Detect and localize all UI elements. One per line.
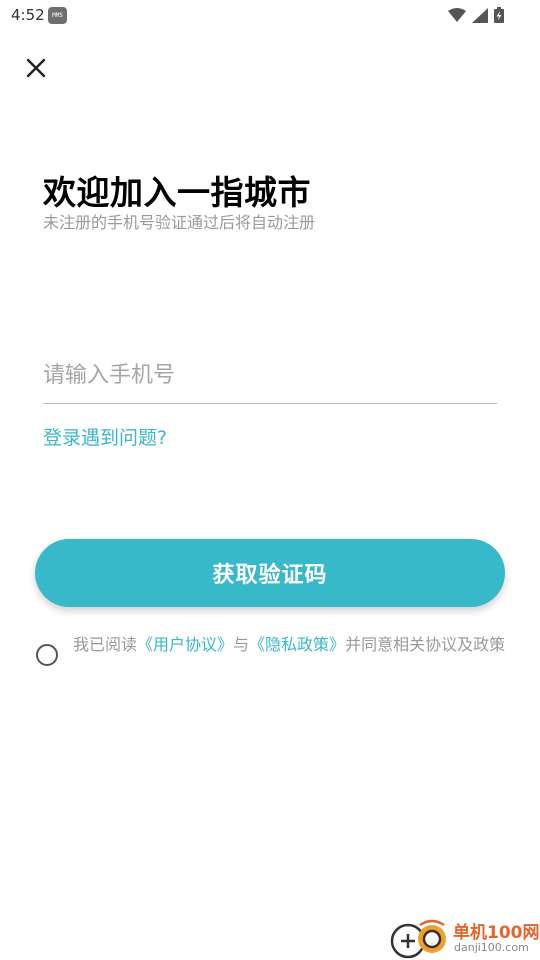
phone-input[interactable]: [43, 348, 497, 404]
agree-radio[interactable]: [36, 644, 58, 666]
user-agreement-link[interactable]: 《用户协议》: [137, 635, 233, 654]
watermark: 单机100网 danji100.com: [388, 915, 540, 960]
watermark-url: danji100.com: [454, 941, 529, 954]
privacy-policy-link[interactable]: 《隐私政策》: [249, 635, 345, 654]
agreement-prefix: 我已阅读: [73, 635, 138, 654]
watermark-name: 单机100网: [453, 923, 540, 943]
signal-icon: [472, 7, 488, 23]
login-help-link[interactable]: 登录遇到问题?: [43, 423, 167, 450]
page-title: 欢迎加入一指城市: [43, 173, 311, 212]
battery-icon: [494, 7, 504, 23]
agreement-suffix: 并同意相关协议及政策: [345, 635, 506, 654]
agreement-conjunction: 与: [233, 635, 250, 654]
watermark-logo-icon: [390, 919, 446, 959]
get-code-button[interactable]: 获取验证码: [35, 539, 505, 607]
close-icon: [26, 58, 46, 78]
sim-card-icon: MMS: [48, 7, 67, 24]
status-icons: [448, 7, 504, 23]
agreement-text: 我已阅读《用户协议》与《隐私政策》并同意相关协议及政策: [73, 635, 513, 654]
wifi-icon: [448, 7, 466, 22]
page-subtitle: 未注册的手机号验证通过后将自动注册: [43, 213, 316, 232]
status-time: 4:52: [11, 6, 45, 24]
close-button[interactable]: [20, 52, 52, 84]
status-bar: 4:52 MMS: [0, 0, 540, 32]
